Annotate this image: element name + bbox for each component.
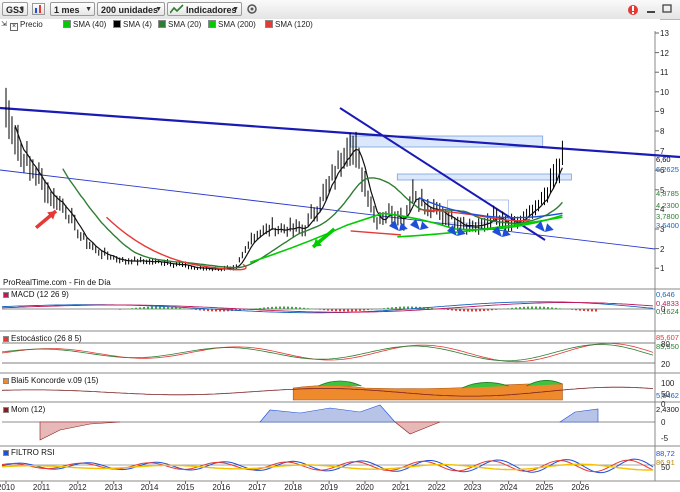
axis-tick: 50	[661, 390, 670, 399]
color-swatch	[3, 407, 9, 413]
color-swatch	[3, 292, 9, 298]
axis-tick: 12	[660, 48, 669, 58]
axis-tick: 2010	[0, 483, 15, 492]
blue-arrow-marker-head	[545, 223, 554, 232]
momentum-area	[559, 408, 599, 423]
momentum-area	[39, 421, 121, 441]
axis-tick: 2021	[391, 483, 410, 492]
panel-label-text: Mom (12)	[11, 405, 46, 414]
price-tag: 6,60	[656, 155, 671, 164]
panel-label-koncorde: Blai5 Koncorde v.09 (15)	[3, 376, 98, 386]
panel-label-stochastic: Estocástico (26 8 5)	[3, 334, 82, 344]
koncorde-area	[292, 383, 563, 401]
panel-label-rsi: FILTRO RSI	[3, 448, 54, 458]
axis-tick: 2012	[68, 483, 87, 492]
axis-tick: -5	[661, 434, 669, 443]
color-swatch	[3, 378, 9, 384]
sma-line	[418, 197, 563, 219]
axis-tick: 2014	[140, 483, 159, 492]
panel-tag: 88,72	[656, 449, 675, 458]
momentum-area	[394, 421, 441, 435]
panel-label-text: Estocástico (26 8 5)	[11, 334, 82, 343]
stoch-d-line	[1, 344, 654, 362]
axis-tick: 2017	[248, 483, 267, 492]
axis-tick: 8	[660, 127, 665, 136]
axis-tick: 2022	[427, 483, 446, 492]
axis-tick: 2	[660, 244, 665, 254]
support-zone	[396, 173, 572, 181]
axis-tick: 2024	[499, 483, 518, 492]
axis-tick: 2020	[356, 483, 374, 492]
price-tag: 4,2300	[656, 201, 679, 210]
axis-tick: 2019	[320, 483, 338, 492]
axis-tick: 0	[661, 418, 666, 427]
axis-tick: 11	[660, 68, 669, 78]
blue-arrow-marker-head	[399, 222, 408, 231]
panel-label-text: FILTRO RSI	[11, 448, 55, 457]
axis-tick: 50	[661, 463, 670, 472]
trendline	[0, 106, 680, 159]
axis-tick: 2016	[212, 483, 231, 492]
price-tag: 3,7800	[656, 212, 679, 221]
macd-line	[1, 301, 654, 314]
axis-tick: 2023	[463, 483, 482, 492]
axis-tick: 100	[661, 379, 675, 388]
axis-tick: 2018	[284, 483, 302, 492]
axis-tick: 2025	[535, 483, 554, 492]
blue-arrow-marker-head	[502, 228, 511, 237]
axis-tick: 2015	[176, 483, 195, 492]
axis-tick: 20	[661, 360, 670, 369]
axis-tick: 9	[660, 107, 665, 117]
panel-tag: 0,1624	[656, 307, 679, 316]
axis-tick: 0	[661, 400, 666, 409]
panel-tag: 2,4300	[656, 405, 679, 414]
chart-canvas[interactable]	[0, 0, 680, 492]
axis-tick: 2013	[104, 483, 123, 492]
axis-tick: 13	[660, 29, 669, 38]
blue-arrow-marker-head	[420, 221, 429, 230]
price-tag: 3,6400	[656, 221, 679, 230]
axis-tick: 1	[660, 264, 665, 274]
axis-tick: 2011	[32, 483, 51, 492]
momentum-area	[259, 404, 396, 423]
panel-label-momentum: Mom (12)	[3, 405, 45, 415]
price-tag: 4,8785	[656, 189, 679, 198]
macd-signal-line	[1, 302, 654, 313]
axis-tick: 2026	[571, 483, 590, 492]
axis-tick: 0	[661, 305, 666, 314]
axis-tick: 10	[660, 87, 669, 97]
price-tag: 6,2625	[656, 165, 679, 174]
color-swatch	[3, 336, 9, 342]
axis-tick: 80	[661, 340, 670, 349]
panel-tag: 0,646	[656, 290, 675, 299]
panel-label-text: Blai5 Koncorde v.09 (15)	[11, 376, 99, 385]
color-swatch	[3, 450, 9, 456]
panel-label-macd: MACD (12 26 9)	[3, 290, 69, 300]
watermark: ProRealTime.com - Fin de Día	[3, 278, 111, 287]
panel-label-text: MACD (12 26 9)	[11, 290, 69, 299]
